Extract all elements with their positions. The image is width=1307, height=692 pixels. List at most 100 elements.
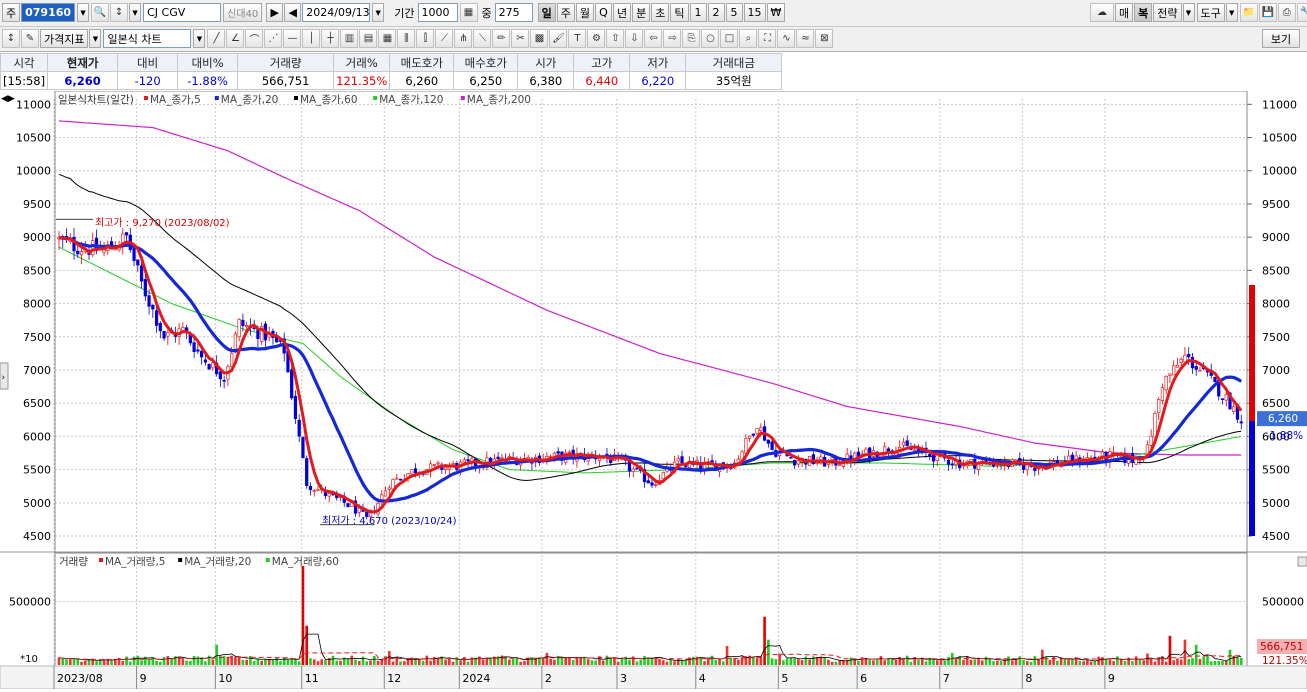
arrow-right-icon[interactable]: ⇨ [663,29,682,48]
speed-line-icon[interactable]: ⟋ [435,29,454,48]
header-change: 대비 [117,53,179,72]
brush-icon[interactable]: 🖌 [549,29,568,48]
chart-svg[interactable]: ›◀▶4500 45005000 50005500 55006000 60006500 6… [0,90,1307,690]
horizontal-line-icon[interactable]: — [283,29,302,48]
strategy-dropdown[interactable]: ▼ [1182,3,1195,22]
timeframe-tick[interactable]: 틱 [670,3,689,22]
trendline-icon[interactable]: ╱ [207,29,226,48]
search-icon[interactable]: 🔍 [91,3,110,22]
stock-code-input[interactable]: 079160 [21,3,76,22]
prev-arrow-button[interactable]: ◀ [284,3,302,22]
circle-icon[interactable]: ○ [701,29,720,48]
volume-bar [1194,644,1198,665]
timeframe-minute[interactable]: 분 [632,3,651,22]
x-tick-label: 2023/08 [57,672,103,685]
rectangle-icon[interactable]: □ [720,29,739,48]
expand-arrow-icon[interactable]: › [2,373,6,383]
volume-bar [320,659,324,665]
fibonacci-icon[interactable]: ▥ [340,29,359,48]
volume-bar [215,644,218,665]
chart-settings-icon[interactable]: ⚙ [587,29,606,48]
header-high: 고가 [573,53,631,72]
next-arrow-button[interactable]: ▶ [266,3,284,22]
timeframe-5[interactable]: 5 [725,3,743,22]
timeframe-second[interactable]: 초 [651,3,670,22]
wave2-icon[interactable]: ≈ [796,29,815,48]
tools-dropdown[interactable]: ▼ [1225,3,1238,22]
timeframe-day[interactable]: 일 [537,3,556,22]
cycle-lines-icon[interactable]: ⫼ [397,29,416,48]
fan-lines-icon[interactable]: ⋰ [264,29,283,48]
angle-line-icon[interactable]: ∠ [226,29,245,48]
y-tick-label-left: 4500 [23,530,51,543]
gann-icon[interactable]: ▦ [378,29,397,48]
sort-dropdown[interactable]: ▼ [129,3,142,22]
sort-icon[interactable]: ↕ [110,3,129,22]
regression-icon[interactable]: ⟍ [473,29,492,48]
arrow-left-icon[interactable]: ⇦ [644,29,663,48]
print-icon[interactable]: ⎙ [1277,3,1296,22]
bars-pattern-icon[interactable]: ⫿ [416,29,435,48]
calendar-icon[interactable]: ▦ [459,3,478,22]
trade-button[interactable]: 매 [1115,3,1134,22]
eraser-icon[interactable]: ✂ [511,29,530,48]
timeframe-month[interactable]: 월 [575,3,594,22]
cloud-icon[interactable]: ☁ [1090,3,1114,22]
fit-icon[interactable]: ⛶ [758,29,777,48]
timeframe-week[interactable]: 주 [556,3,575,22]
stock-code-dropdown[interactable]: ▼ [77,3,90,22]
chart-type-select[interactable]: 일본식 차트 [103,29,192,48]
strategy-button[interactable]: 전략 [1153,3,1182,22]
timeframe-2[interactable]: 2 [707,3,725,22]
currency-button[interactable]: ₩ [766,3,786,22]
volume-bar [1037,659,1040,665]
tools-button[interactable]: 도구 [1196,3,1225,22]
volume-bar [939,660,943,665]
timeframe-15[interactable]: 15 [743,3,766,22]
scroll-arrows-icon[interactable]: ◀▶ [1,94,15,104]
market-type-button[interactable]: 주 [2,3,21,22]
arrow-up-icon[interactable]: ⇧ [606,29,625,48]
text-box-icon[interactable]: T [568,29,587,48]
timeframe-1[interactable]: 1 [689,3,707,22]
compound-button[interactable]: 복 [1134,3,1153,22]
date-dropdown[interactable]: ▼ [372,3,385,22]
arrow-down-icon[interactable]: ⇩ [625,29,644,48]
arc-icon[interactable]: ⌒ [245,29,264,48]
memo-icon[interactable]: ⎘ [682,29,701,48]
color-palette-icon[interactable]: ▩ [530,29,549,48]
period-input[interactable]: 1000 [417,3,458,22]
folder-icon[interactable]: 📁 [1239,3,1258,22]
candle-body [312,490,316,492]
pitchfork-icon[interactable]: ⋔ [454,29,473,48]
volume-bar [999,661,1003,665]
vertical-line-icon[interactable]: │ [302,29,321,48]
note-edit-icon[interactable]: ✎ [21,29,39,48]
zoom-icon[interactable]: ⌕ [739,29,758,48]
chart-area[interactable]: › ◀▶ 4500 4500 5000 5000 5500 5500 6000 6000 6500 6… [0,90,1307,690]
wave-icon[interactable]: ∿ [777,29,796,48]
price-indicator-button[interactable]: 가격지표 [40,29,89,48]
date-input[interactable]: 2024/09/13 [302,3,371,22]
expand-pane-button[interactable] [1297,556,1307,567]
last-change-text: -1.88% [1266,430,1303,442]
candle-body [766,439,770,444]
settings-wrench-icon[interactable]: 🔧 [1296,3,1307,22]
price-indicator-dropdown[interactable]: ▼ [89,29,102,48]
candle-body [316,489,320,491]
save-icon[interactable]: 💾 [1258,3,1277,22]
cross-line-icon[interactable]: ┼ [321,29,340,48]
channel-icon[interactable]: ▤ [359,29,378,48]
pencil-icon[interactable]: ✏ [492,29,511,48]
stock-badges: 신대40 [223,3,263,22]
jung-input[interactable]: 275 [494,3,533,22]
volume-bar [1044,656,1048,665]
chart-type-dropdown[interactable]: ▼ [193,29,206,48]
view-button[interactable]: 보기 [1262,29,1300,48]
legend-swatch [265,558,270,562]
timeframe-quarter[interactable]: Q [595,3,612,22]
volume-bar [571,659,575,665]
up-down-arrow-icon[interactable]: ↕ [2,29,20,48]
timeframe-year[interactable]: 년 [613,3,632,22]
delete-all-icon[interactable]: ⊠ [815,29,834,48]
